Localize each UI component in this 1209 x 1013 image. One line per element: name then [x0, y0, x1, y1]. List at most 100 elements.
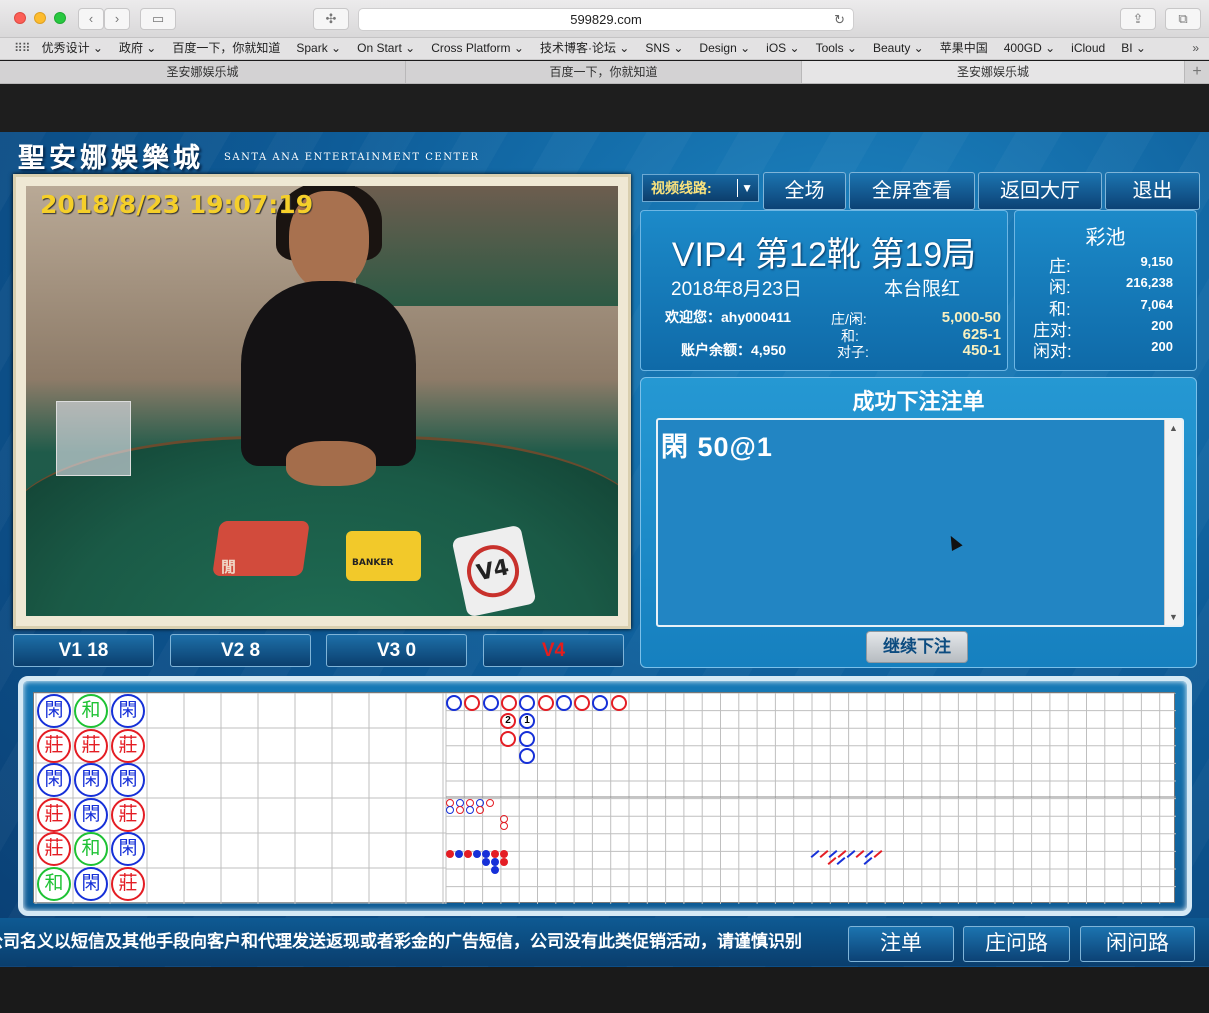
bead-road-circle: 閑	[37, 694, 71, 728]
small-road-dot	[491, 866, 499, 874]
announcement-text: 冒用公司名义以短信及其他手段向客户和代理发送返现或者彩金的广告短信，公司没有此类…	[0, 932, 802, 951]
big-road-circle	[537, 695, 554, 711]
video-route-label: 视频线路:	[651, 180, 712, 196]
bookmark-item[interactable]: 百度一下，你就知道	[172, 38, 280, 59]
roadmap: 閑莊閑莊莊和和莊閑閑和閑閑莊閑莊閑莊 21	[33, 692, 1176, 904]
share-button[interactable]: ⇪	[1120, 8, 1156, 30]
select-divider	[737, 179, 738, 197]
browser-titlebar: ‹ › ▭ ✣ 599829.com ↻ ⇪ ⧉	[0, 0, 1209, 38]
video-line-v4-button[interactable]: V4	[483, 634, 624, 667]
bead-road-circle: 和	[37, 867, 71, 901]
reload-icon[interactable]: ↻	[834, 9, 845, 30]
tab-title: 圣安娜娱乐城	[956, 65, 1029, 79]
bead-road-circle: 莊	[111, 867, 145, 901]
tab-casino-2[interactable]: 圣安娜娱乐城	[802, 61, 1185, 83]
limit-value: 625-1	[962, 326, 1001, 343]
exit-button[interactable]: 退出	[1105, 172, 1200, 210]
sidebar-toggle-button[interactable]: ▭	[140, 8, 176, 30]
bookmark-item[interactable]: iCloud	[1071, 38, 1105, 59]
bookmark-item[interactable]: Tools ⌄	[816, 38, 857, 59]
live-video-feed: 閒 BANKER V4 2018/8/23 19:07:19	[26, 186, 618, 616]
bookmark-item[interactable]: BI ⌄	[1121, 38, 1146, 59]
bookmark-item[interactable]: iOS ⌄	[766, 38, 799, 59]
tab-title: 百度一下，你就知道	[549, 65, 658, 79]
video-timestamp: 2018/8/23 19:07:19	[40, 190, 314, 219]
small-road-dot	[482, 850, 490, 858]
bookmark-item[interactable]: 技术博客·论坛 ⌄	[540, 38, 629, 59]
bookmark-item[interactable]: 苹果中国	[940, 38, 988, 59]
banker-predict-button[interactable]: 庄问路	[963, 926, 1070, 962]
bookmark-item[interactable]: 政府 ⌄	[119, 38, 156, 59]
plus-icon: +	[1192, 63, 1202, 80]
big-road-circle	[555, 695, 572, 711]
video-line-v2-button[interactable]: V2 8	[170, 634, 311, 667]
round-date: 2018年8月23日	[671, 279, 802, 300]
big-road-circle	[574, 695, 591, 711]
pool-title: 彩池	[1085, 227, 1126, 249]
bead-road-circle: 莊	[111, 797, 145, 832]
bookmarks-overflow-icon[interactable]: »	[1192, 38, 1199, 59]
bookmark-item[interactable]: 400GD ⌄	[1004, 38, 1055, 59]
window-minimize-button[interactable]	[34, 12, 46, 24]
small-road-dot	[491, 858, 499, 866]
tabs-overview-button[interactable]: ⧉	[1165, 8, 1201, 30]
video-line-v3-button[interactable]: V3 0	[326, 634, 467, 667]
bet-slip-scrollbar[interactable]: ▲ ▼	[1164, 420, 1182, 625]
bet-slip-list[interactable]: 閑 50@1 ▲ ▼	[656, 418, 1184, 627]
pool-value: 7,064	[1140, 297, 1173, 312]
back-button[interactable]: ‹	[78, 8, 104, 30]
dropdown-arrow-icon: ▼	[741, 181, 753, 195]
casino-app: 聖安娜娛樂城 SANTA ANA ENTERTAINMENT CENTER 閒 …	[0, 132, 1209, 967]
big-road-circle	[482, 695, 499, 711]
player-predict-button[interactable]: 闲问路	[1080, 926, 1195, 962]
extension-button[interactable]: ✣	[313, 8, 349, 30]
card-shoe	[56, 401, 131, 476]
forward-button[interactable]: ›	[104, 8, 130, 30]
continue-betting-button[interactable]: 继续下注	[866, 631, 968, 663]
brand-logo: 聖安娜娛樂城	[18, 143, 204, 174]
big-eye-road-circle	[500, 822, 508, 830]
new-tab-button[interactable]: +	[1185, 61, 1209, 83]
window-close-button[interactable]	[14, 12, 26, 24]
bet-slip-title: 成功下注注单	[852, 389, 985, 414]
all-tables-button[interactable]: 全场	[763, 172, 846, 210]
tab-baidu[interactable]: 百度一下，你就知道	[406, 61, 802, 83]
grid-icon[interactable]: ⠿⠿	[14, 41, 31, 55]
big-road-tie-count: 1	[519, 713, 535, 729]
dealer-body	[241, 281, 416, 466]
bookmark-item[interactable]: Design ⌄	[699, 38, 750, 59]
big-road-circle	[500, 695, 517, 711]
welcome-label: 欢迎您：	[665, 309, 721, 325]
account-balance: 账户余额：4,950	[681, 340, 786, 360]
fullscreen-button[interactable]: 全屏查看	[849, 172, 975, 210]
bookmark-item[interactable]: Beauty ⌄	[873, 38, 924, 59]
bookmark-item[interactable]: Cross Platform ⌄	[431, 38, 524, 59]
back-to-lobby-button[interactable]: 返回大厅	[978, 172, 1102, 210]
scroll-up-icon[interactable]: ▲	[1165, 420, 1182, 436]
bet-records-button[interactable]: 注单	[848, 926, 954, 962]
big-road-circle	[500, 731, 516, 747]
username: ahy000411	[721, 309, 792, 325]
window-zoom-button[interactable]	[54, 12, 66, 24]
limit-value: 5,000-50	[941, 309, 1001, 326]
bead-road-circle: 莊	[74, 728, 108, 763]
bookmark-item[interactable]: SNS ⌄	[645, 38, 683, 59]
pool-label: 闲对:	[1033, 342, 1072, 361]
small-road-dot	[500, 850, 508, 858]
puzzle-icon: ✣	[325, 11, 337, 26]
bead-road-circle: 和	[74, 694, 108, 728]
scroll-down-icon[interactable]: ▼	[1165, 609, 1182, 625]
bookmark-item[interactable]: 优秀设计 ⌄	[42, 38, 103, 59]
banker-plaque	[346, 531, 421, 581]
bookmark-item[interactable]: On Start ⌄	[357, 38, 415, 59]
balance-value: 4,950	[751, 342, 787, 358]
tab-casino-1[interactable]: 圣安娜娱乐城	[0, 61, 406, 83]
video-route-select[interactable]: 视频线路: ▼	[642, 174, 759, 202]
address-bar[interactable]: 599829.com ↻	[358, 8, 854, 31]
tab-title: 圣安娜娱乐城	[166, 65, 239, 79]
url-text: 599829.com	[570, 12, 642, 27]
video-line-v1-button[interactable]: V1 18	[13, 634, 154, 667]
balance-label: 账户余额：	[681, 342, 751, 358]
bookmark-item[interactable]: Spark ⌄	[296, 38, 341, 59]
tabs-icon: ⧉	[1178, 11, 1188, 26]
